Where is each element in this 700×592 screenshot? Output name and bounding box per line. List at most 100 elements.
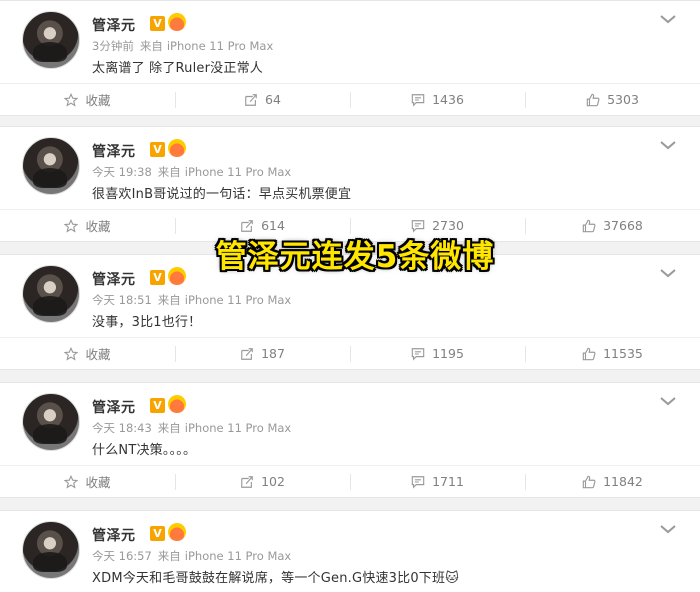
comment-icon bbox=[411, 475, 425, 489]
source-prefix: 来自 bbox=[139, 39, 163, 53]
comment-count: 1436 bbox=[432, 92, 464, 107]
post-device: iPhone 11 Pro Max bbox=[166, 39, 274, 53]
like-button[interactable]: 11535 bbox=[525, 338, 700, 369]
repost-count: 187 bbox=[261, 346, 285, 361]
comment-button[interactable]: 1195 bbox=[350, 338, 525, 369]
verified-badge-icon: V bbox=[150, 142, 165, 157]
post-time[interactable]: 今天 16:57 bbox=[92, 549, 152, 563]
source-prefix: 来自 bbox=[157, 293, 181, 307]
member-crown-icon bbox=[168, 139, 186, 157]
favorite-label: 收藏 bbox=[85, 219, 111, 234]
repost-button[interactable]: 187 bbox=[175, 338, 350, 369]
favorite-label: 收藏 bbox=[85, 93, 111, 108]
star-icon bbox=[64, 92, 79, 107]
post-time[interactable]: 3分钟前 bbox=[92, 39, 134, 53]
favorite-button[interactable]: 收藏 bbox=[0, 338, 175, 369]
repost-button[interactable]: 64 bbox=[175, 84, 350, 115]
avatar[interactable] bbox=[22, 393, 80, 451]
like-count: 37668 bbox=[603, 218, 643, 233]
verified-badge-icon: V bbox=[150, 16, 165, 31]
favorite-button[interactable]: 收藏 bbox=[0, 84, 175, 115]
post-device: iPhone 11 Pro Max bbox=[184, 421, 292, 435]
verified-badge-icon: V bbox=[150, 398, 165, 413]
member-crown-icon bbox=[168, 395, 186, 413]
post-device: iPhone 11 Pro Max bbox=[184, 165, 292, 179]
action-bar: 收藏 102 1711 11842 bbox=[0, 465, 700, 497]
post-meta: 3分钟前 来自 iPhone 11 Pro Max bbox=[92, 38, 273, 54]
source-prefix: 来自 bbox=[157, 549, 181, 563]
comment-icon bbox=[411, 93, 425, 107]
post-text: 很喜欢InB哥说过的一句话：早点买机票便宜 bbox=[92, 187, 352, 202]
repost-icon bbox=[241, 347, 253, 360]
member-crown-icon bbox=[168, 13, 186, 31]
post-meta: 今天 18:43 来自 iPhone 11 Pro Max bbox=[92, 420, 291, 436]
user-name[interactable]: 管泽元 bbox=[92, 269, 136, 289]
star-icon bbox=[64, 218, 79, 233]
post-text: 没事，3比1也行！ bbox=[92, 315, 202, 330]
post-text: 什么NT决策。。。。 bbox=[92, 443, 197, 458]
comment-icon bbox=[411, 219, 425, 233]
chevron-down-icon[interactable] bbox=[658, 393, 678, 407]
chevron-down-icon[interactable] bbox=[658, 137, 678, 151]
like-count: 5303 bbox=[607, 92, 639, 107]
source-prefix: 来自 bbox=[157, 421, 181, 435]
user-name[interactable]: 管泽元 bbox=[92, 397, 136, 417]
star-icon bbox=[64, 474, 79, 489]
post-meta: 今天 16:57 来自 iPhone 11 Pro Max bbox=[92, 548, 291, 564]
post-time[interactable]: 今天 19:38 bbox=[92, 165, 152, 179]
repost-count: 102 bbox=[261, 474, 285, 489]
favorite-label: 收藏 bbox=[85, 475, 111, 490]
comment-count: 1195 bbox=[432, 346, 464, 361]
repost-icon bbox=[241, 475, 253, 488]
action-bar: 收藏 64 1436 5303 bbox=[0, 83, 700, 115]
thumbs-up-icon bbox=[582, 219, 596, 232]
weibo-feed: 管泽元 V 3分钟前 来自 iPhone 11 Pro Max 太离谱了 除了Rul… bbox=[0, 0, 700, 592]
post-device: iPhone 11 Pro Max bbox=[184, 549, 292, 563]
like-button[interactable]: 37668 bbox=[525, 210, 700, 241]
chevron-down-icon[interactable] bbox=[658, 11, 678, 25]
chevron-down-icon[interactable] bbox=[658, 521, 678, 535]
post-meta: 今天 18:51 来自 iPhone 11 Pro Max bbox=[92, 292, 291, 308]
avatar[interactable] bbox=[22, 521, 80, 579]
weibo-post: 管泽元 V 今天 18:43 来自 iPhone 11 Pro Max 什么NT决策… bbox=[0, 382, 700, 498]
post-time[interactable]: 今天 18:43 bbox=[92, 421, 152, 435]
action-bar: 收藏 187 1195 11535 bbox=[0, 337, 700, 369]
verified-badge-icon: V bbox=[150, 526, 165, 541]
member-crown-icon bbox=[168, 267, 186, 285]
user-name[interactable]: 管泽元 bbox=[92, 141, 136, 161]
member-crown-icon bbox=[168, 523, 186, 541]
post-device: iPhone 11 Pro Max bbox=[184, 293, 292, 307]
post-meta: 今天 19:38 来自 iPhone 11 Pro Max bbox=[92, 164, 291, 180]
like-count: 11842 bbox=[603, 474, 643, 489]
like-button[interactable]: 5303 bbox=[525, 84, 700, 115]
thumbs-up-icon bbox=[582, 475, 596, 488]
weibo-post: 管泽元 V 今天 19:38 来自 iPhone 11 Pro Max 很喜欢InB… bbox=[0, 126, 700, 242]
weibo-post: 管泽元 V 今天 16:57 来自 iPhone 11 Pro Max XDM今天和… bbox=[0, 510, 700, 592]
repost-count: 614 bbox=[261, 218, 285, 233]
favorite-label: 收藏 bbox=[85, 347, 111, 362]
favorite-button[interactable]: 收藏 bbox=[0, 466, 175, 497]
like-button[interactable]: 11842 bbox=[525, 466, 700, 497]
comment-button[interactable]: 1436 bbox=[350, 84, 525, 115]
verified-badge-icon: V bbox=[150, 270, 165, 285]
post-text: XDM今天和毛哥鼓鼓在解说席，等一个Gen.G快速3比0下班🐱 bbox=[92, 571, 459, 586]
thumbs-up-icon bbox=[586, 93, 600, 106]
weibo-post: 管泽元 V 3分钟前 来自 iPhone 11 Pro Max 太离谱了 除了Rul… bbox=[0, 0, 700, 116]
chevron-down-icon[interactable] bbox=[658, 265, 678, 279]
post-time[interactable]: 今天 18:51 bbox=[92, 293, 152, 307]
repost-button[interactable]: 102 bbox=[175, 466, 350, 497]
avatar[interactable] bbox=[22, 137, 80, 195]
comment-icon bbox=[411, 347, 425, 361]
like-count: 11535 bbox=[603, 346, 643, 361]
avatar[interactable] bbox=[22, 11, 80, 69]
star-icon bbox=[64, 346, 79, 361]
comment-count: 2730 bbox=[432, 218, 464, 233]
favorite-button[interactable]: 收藏 bbox=[0, 210, 175, 241]
user-name[interactable]: 管泽元 bbox=[92, 15, 136, 35]
user-name[interactable]: 管泽元 bbox=[92, 525, 136, 545]
overlay-caption: 管泽元连发5条微博 bbox=[215, 239, 495, 275]
source-prefix: 来自 bbox=[157, 165, 181, 179]
comment-button[interactable]: 1711 bbox=[350, 466, 525, 497]
avatar[interactable] bbox=[22, 265, 80, 323]
thumbs-up-icon bbox=[582, 347, 596, 360]
